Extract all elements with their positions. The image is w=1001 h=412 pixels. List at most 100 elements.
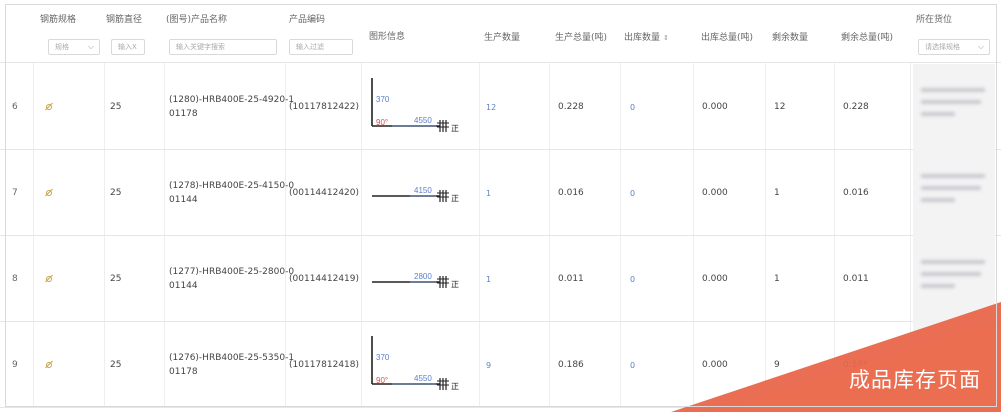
location-filter-select[interactable]: 请选择规格 ⌵	[918, 39, 990, 55]
diameter-cell: 25	[110, 236, 121, 322]
out-qty-value[interactable]: 0	[630, 361, 635, 370]
remain-qty-value: 12	[774, 102, 786, 112]
remain-weight-cell: 0.016	[843, 150, 869, 236]
diameter-filter-text: 输入X	[118, 43, 137, 51]
diameter-header-label: 钢筋直径	[106, 15, 143, 25]
prod-weight-value: 0.011	[558, 274, 584, 284]
remain-qty-cell: 1	[774, 236, 780, 322]
prod-qty-value[interactable]: 12	[486, 103, 496, 112]
row-number-text: 9	[12, 360, 18, 370]
product-code-cell: (00114412420)	[289, 150, 359, 236]
col-header-spec: 钢筋规格 规格 ⌵	[40, 0, 102, 63]
redacted-line	[921, 88, 985, 92]
code-filter-input[interactable]: 输入过滤	[289, 39, 353, 55]
remain-qty-value: 1	[774, 274, 780, 284]
prod-weight-cell: 0.011	[558, 236, 584, 322]
table-row[interactable]: 6 25 (1280)-HRB400E-25-4920-1 01178 (1011781…	[0, 64, 1001, 150]
redacted-line	[921, 358, 981, 362]
diameter-filter-input[interactable]: 输入X	[111, 39, 145, 55]
product-code: (00114412420)	[289, 188, 360, 198]
spec-header-label: 钢筋规格	[40, 15, 77, 25]
remain-weight-value: 0.186	[843, 360, 869, 370]
prod-qty-cell[interactable]: 1	[486, 236, 491, 322]
table-row[interactable]: 9 25 (1276)-HRB400E-25-5350-1 01178 (1011781…	[0, 322, 1001, 408]
chevron-down-icon: ⌵	[87, 42, 94, 51]
rebar-grade-icon	[45, 361, 53, 369]
location-cell-redacted	[913, 322, 995, 408]
shape-horizontal-length: 4550	[414, 374, 432, 383]
product-name-line-1: (1278)-HRB400E-25-4150-0	[169, 181, 295, 191]
out-qty-cell[interactable]: 0	[630, 150, 635, 236]
name-header-label: (图号)产品名称	[166, 15, 228, 25]
location-cell-redacted	[913, 150, 995, 236]
redacted-line	[921, 370, 955, 374]
out-qty-cell[interactable]: 0	[630, 64, 635, 150]
product-code-cell: (10117812418)	[289, 322, 359, 408]
out-weight-cell: 0.000	[702, 322, 728, 408]
product-name-cell: (1278)-HRB400E-25-4150-0 01144	[169, 150, 299, 236]
out-qty-cell[interactable]: 0	[630, 236, 635, 322]
redacted-line	[921, 112, 955, 116]
shape-cell: 370 90° 4550 正	[362, 64, 478, 150]
prod-qty-value[interactable]: 9	[486, 361, 491, 370]
shape-mark: 正	[451, 280, 459, 289]
prod-qty-cell[interactable]: 12	[486, 64, 496, 150]
out-qty-header[interactable]: 出库数量 ⇕	[624, 30, 669, 43]
remain-qty-cell: 9	[774, 322, 780, 408]
table-row[interactable]: 8 25 (1277)-HRB400E-25-2800-0 01144 (0011441…	[0, 236, 1001, 322]
product-name-line-2: 01144	[169, 281, 198, 291]
spec-filter-select[interactable]: 规格 ⌵	[48, 39, 100, 55]
remain-qty-cell: 12	[774, 64, 785, 150]
diameter-value: 25	[110, 360, 122, 370]
rebar-grade-icon	[45, 275, 53, 283]
table-row[interactable]: 7 25 (1278)-HRB400E-25-4150-0 01144 (0011441…	[0, 150, 1001, 236]
remain-weight-cell: 0.011	[843, 236, 869, 322]
product-name: (1277)-HRB400E-25-2800-0 01144	[169, 265, 299, 293]
shape-vertical-length: 370	[376, 353, 390, 362]
shape-diagram: 370 90° 4550 正	[371, 78, 459, 133]
prod-qty-cell[interactable]: 1	[486, 150, 491, 236]
name-search-text: 输入关键字搜索	[176, 43, 225, 51]
diameter-value: 25	[110, 102, 122, 112]
remain-qty-header-label: 剩余数量	[772, 33, 809, 43]
spec-cell	[45, 236, 53, 322]
shape-mark: 正	[451, 124, 459, 133]
location-filter-text: 请选择规格	[925, 43, 960, 51]
prod-qty-value[interactable]: 1	[486, 275, 491, 284]
remain-weight-header-label: 剩余总量(吨)	[841, 33, 894, 43]
shape-horizontal-length: 2800	[414, 272, 432, 281]
redacted-line	[921, 260, 985, 264]
diameter-cell: 25	[110, 64, 121, 150]
redacted-line	[921, 272, 981, 276]
redacted-line	[921, 198, 955, 202]
sort-icon[interactable]: ⇕	[663, 34, 669, 42]
out-qty-cell[interactable]: 0	[630, 322, 635, 408]
out-weight-cell: 0.000	[702, 150, 728, 236]
location-cell-redacted	[913, 64, 995, 150]
code-filter-text: 输入过滤	[296, 43, 324, 51]
remain-qty-value: 1	[774, 188, 780, 198]
row-number: 8	[12, 236, 18, 322]
location-header-label: 所在货位	[916, 15, 953, 25]
shape-angle: 90°	[376, 376, 388, 385]
prod-qty-value[interactable]: 1	[486, 189, 491, 198]
out-qty-value[interactable]: 0	[630, 189, 635, 198]
product-name-line-2: 01178	[169, 367, 198, 377]
out-qty-header-label: 出库数量	[624, 33, 661, 43]
out-weight-value: 0.000	[702, 102, 728, 112]
prod-weight-header-label: 生产总量(吨)	[555, 33, 608, 43]
remain-qty-value: 9	[774, 360, 780, 370]
out-weight-value: 0.000	[702, 188, 728, 198]
out-qty-value[interactable]: 0	[630, 103, 635, 112]
inventory-page: 钢筋规格 规格 ⌵ 钢筋直径 输入X (图号)产品名称 输入关键字搜索 产品编码…	[0, 0, 1001, 412]
redacted-line	[921, 346, 985, 350]
out-qty-value[interactable]: 0	[630, 275, 635, 284]
col-header-name: (图号)产品名称 输入关键字搜索	[166, 0, 284, 63]
product-name-cell: (1277)-HRB400E-25-2800-0 01144	[169, 236, 299, 322]
shape-angle: 90°	[376, 118, 388, 127]
diameter-value: 25	[110, 188, 122, 198]
prod-qty-cell[interactable]: 9	[486, 322, 491, 408]
name-search-input[interactable]: 输入关键字搜索	[169, 39, 277, 55]
spec-cell	[45, 64, 53, 150]
remain-weight-value: 0.011	[843, 274, 869, 284]
